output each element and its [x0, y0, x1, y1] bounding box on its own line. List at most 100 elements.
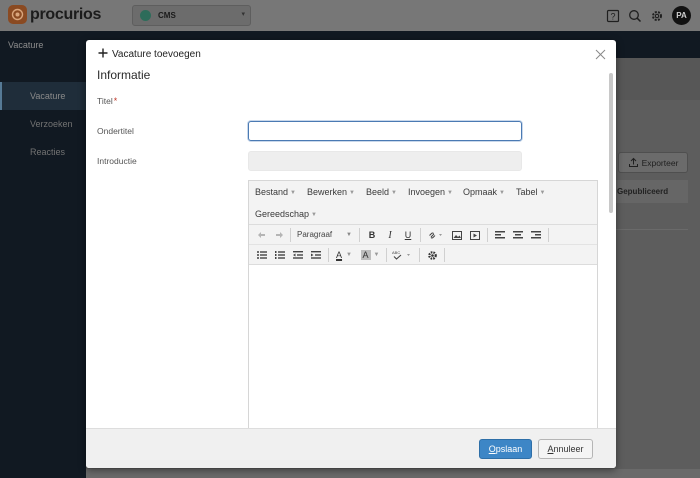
menu-label: Gereedschap: [255, 209, 310, 219]
chevron-down-icon: ▼: [311, 212, 317, 218]
align-right-icon[interactable]: [529, 228, 543, 242]
menu-label: Opmaak: [463, 187, 498, 197]
menu-beeld[interactable]: Beeld ▼: [366, 187, 397, 197]
chevron-down-icon: ▼: [346, 252, 352, 258]
section-title: Informatie: [97, 70, 151, 82]
toolbar-separator: [419, 248, 420, 262]
sidebar-item-reacties[interactable]: Reacties: [0, 138, 86, 166]
required-marker: *: [113, 96, 118, 106]
logo-mark-icon: [8, 5, 27, 24]
toolbar-separator: [386, 248, 387, 262]
menu-label: Tabel: [516, 187, 538, 197]
cancel-label: Annuleer: [547, 444, 584, 454]
divider: [616, 229, 688, 230]
dialog-header: Vacature toevoegen: [86, 40, 616, 70]
status-badge: Gepubliceerd: [616, 180, 688, 203]
close-icon[interactable]: [595, 49, 606, 60]
globe-icon: [140, 10, 151, 21]
link-icon[interactable]: [426, 228, 444, 242]
numbered-list-icon[interactable]: [273, 248, 287, 262]
sidebar-item-verzoeken[interactable]: Verzoeken: [0, 110, 86, 138]
toolbar-separator: [420, 228, 421, 242]
introduction-label: Introductie: [97, 156, 137, 166]
editor-content-area[interactable]: [249, 265, 597, 428]
app-switcher[interactable]: CMS ▾: [132, 5, 251, 26]
subtitle-input[interactable]: [248, 151, 522, 171]
dialog-title: Vacature toevoegen: [112, 49, 201, 60]
title-label: Titel*: [97, 96, 117, 106]
gear-icon[interactable]: [650, 9, 664, 23]
sidebar: Vacature Verzoeken Reacties: [0, 58, 86, 478]
italic-button[interactable]: I: [383, 228, 397, 242]
chevron-down-icon: ▼: [391, 190, 397, 196]
subtitle-label: Ondertitel: [97, 126, 134, 136]
brand-name: procurios: [30, 5, 102, 23]
save-label: Opslaan: [488, 444, 523, 454]
background-color-button[interactable]: A ▼: [359, 248, 381, 262]
title-input[interactable]: [248, 121, 522, 141]
cancel-button[interactable]: Annuleer: [538, 439, 593, 459]
svg-text:ABC: ABC: [392, 250, 400, 255]
plus-icon: [98, 48, 108, 58]
indent-icon[interactable]: [309, 248, 323, 262]
rich-text-editor: Bestand ▼ Bewerken ▼ Beeld ▼ Invoegen ▼ Opma…: [248, 180, 598, 428]
align-center-icon[interactable]: [511, 228, 525, 242]
paragraph-format-select[interactable]: Paragraaf ▼: [293, 228, 355, 242]
underline-button[interactable]: U: [401, 228, 415, 242]
dialog-scrollbar-thumb[interactable]: [609, 73, 613, 213]
user-avatar[interactable]: PA: [672, 6, 691, 25]
page-title: Vacature: [8, 40, 44, 50]
text-color-button[interactable]: A ▼: [333, 248, 355, 262]
menu-opmaak[interactable]: Opmaak ▼: [463, 187, 505, 197]
menu-label: Bestand: [255, 187, 289, 197]
content-area: [616, 58, 700, 478]
toolbar-separator: [444, 248, 445, 262]
menu-label: Beeld: [366, 187, 390, 197]
toolbar-separator: [548, 228, 549, 242]
undo-icon[interactable]: [255, 228, 267, 242]
dialog-footer: Opslaan Annuleer: [86, 428, 616, 468]
svg-text:?: ?: [610, 11, 615, 21]
search-icon[interactable]: [628, 9, 642, 23]
bold-button[interactable]: B: [365, 228, 379, 242]
menu-gereedschap[interactable]: Gereedschap ▼: [255, 209, 317, 219]
paragraph-format-label: Paragraaf: [297, 230, 333, 239]
settings-gear-icon[interactable]: [425, 248, 439, 262]
menu-bewerken[interactable]: Bewerken ▼: [307, 187, 355, 197]
align-left-icon[interactable]: [493, 228, 507, 242]
menu-label: Invoegen: [408, 187, 446, 197]
export-label: Exporteer: [641, 157, 679, 168]
toolbar-separator: [359, 228, 360, 242]
upload-icon: [628, 157, 638, 167]
toolbar-separator: [487, 228, 488, 242]
toolbar-separator: [328, 248, 329, 262]
dialog-body[interactable]: Informatie Titel* Ondertitel Introductie…: [86, 70, 616, 428]
add-vacancy-dialog: Vacature toevoegen Informatie Titel* Ond…: [86, 40, 616, 468]
media-icon[interactable]: [468, 228, 482, 242]
chevron-down-icon: ▼: [346, 232, 352, 238]
app-switcher-label: CMS: [158, 11, 176, 20]
menu-invoegen[interactable]: Invoegen ▼: [408, 187, 453, 197]
chevron-down-icon: ▼: [290, 190, 296, 196]
redo-icon[interactable]: [273, 228, 285, 242]
background-color-glyph: A: [360, 250, 371, 260]
spellcheck-icon[interactable]: ABC: [391, 248, 415, 262]
chevron-down-icon: ▼: [349, 190, 355, 196]
chevron-down-icon: ▼: [539, 190, 546, 196]
outdent-icon[interactable]: [291, 248, 305, 262]
procurios-logo[interactable]: procurios: [8, 5, 101, 24]
chevron-down-icon: ▾: [241, 11, 245, 18]
sidebar-item-vacature[interactable]: Vacature: [0, 82, 86, 110]
save-button[interactable]: Opslaan: [479, 439, 532, 459]
chevron-down-icon: ▼: [447, 190, 453, 196]
menu-tabel[interactable]: Tabel ▼: [516, 187, 545, 197]
menu-bestand[interactable]: Bestand ▼: [255, 187, 296, 197]
menu-label: Bewerken: [307, 187, 348, 197]
editor-menubar: Bestand ▼ Bewerken ▼ Beeld ▼ Invoegen ▼ Opma…: [249, 181, 597, 225]
export-button[interactable]: Exporteer: [618, 152, 688, 173]
image-icon[interactable]: [450, 228, 464, 242]
bullet-list-icon[interactable]: [255, 248, 269, 262]
content-header: [616, 58, 700, 100]
top-bar: procurios CMS ▾ ? PA: [0, 0, 700, 31]
help-icon[interactable]: ?: [606, 9, 620, 23]
